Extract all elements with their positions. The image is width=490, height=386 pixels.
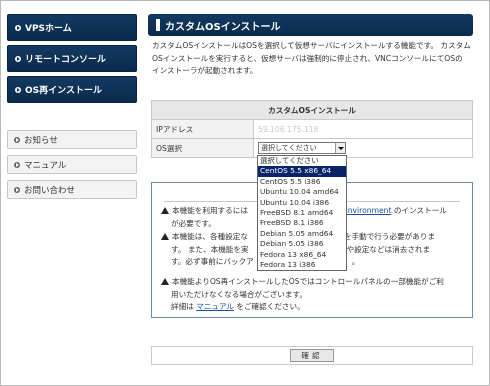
nav-label: お問い合わせ	[24, 185, 76, 196]
arrow-circle-icon	[15, 24, 21, 31]
notice-text: が必要です。	[171, 218, 216, 228]
notice-text: を手動で行う必要がありま	[343, 232, 436, 241]
header-bar-icon	[156, 19, 160, 31]
secondary-nav: お知らせ マニュアル お問い合わせ	[7, 130, 137, 199]
nav-label: マニュアル	[24, 160, 67, 171]
warning-icon	[161, 207, 169, 214]
nav-label: お知らせ	[24, 135, 58, 146]
nav-os-reinstall[interactable]: OS再インストール	[7, 76, 137, 103]
os-option[interactable]: FreeBSD 8.1 i386	[258, 218, 346, 228]
os-select-value: 選択してください	[261, 144, 317, 152]
os-option[interactable]: FreeBSD 8.1 amd64	[258, 208, 346, 218]
notice-text: 詳細は	[171, 302, 197, 312]
os-option[interactable]: Fedora 13 x86_64	[258, 250, 346, 260]
nav-news[interactable]: お知らせ	[7, 130, 137, 149]
nav-remote-console[interactable]: リモートコンソール	[7, 45, 137, 72]
notice-item: 本機能よりOS再インストールしたOSではコントロールパネルの一部機能がご利 用い…	[161, 276, 467, 314]
arrow-circle-icon	[14, 186, 20, 193]
notice-text: をご確認ください。	[233, 302, 305, 312]
arrow-circle-icon	[15, 86, 21, 93]
chevron-down-icon[interactable]	[335, 143, 345, 153]
ip-value: 59.106.175.118	[258, 124, 319, 134]
notice-text: す。必ず事前にバックア	[171, 257, 254, 267]
description-line: OSインストールを実行すると、仮想サーバは強制的に停止され、VNCコンソールにて…	[152, 53, 463, 63]
nav-label: VPSホーム	[25, 24, 72, 34]
confirm-bar: 確認	[151, 346, 473, 365]
description-line: カスタムOSインストールはOSを選択して仮想サーバにインストールする機能です。 …	[152, 41, 471, 50]
notice-text: 本機能を利用するには	[172, 206, 248, 215]
os-option[interactable]: Ubuntu 10.04 amd64	[258, 187, 346, 197]
page-header: カスタムOSインストール	[148, 14, 473, 36]
os-select[interactable]: 選択してください	[258, 142, 346, 154]
os-option[interactable]: Fedora 13 i386	[258, 260, 346, 270]
ip-label: IPアドレス	[151, 119, 254, 139]
description: カスタムOSインストールはOSを選択して仮想サーバにインストールする機能です。 …	[152, 40, 472, 78]
os-option[interactable]: 選択してください	[258, 156, 346, 166]
arrow-circle-icon	[14, 161, 20, 168]
warning-icon	[161, 233, 169, 240]
sidebar: VPSホーム リモートコンソール OS再インストール お知らせ マニュアル お問…	[7, 14, 137, 205]
os-option[interactable]: Debian 5.05 amd64	[258, 229, 346, 239]
nav-manual[interactable]: マニュアル	[7, 155, 137, 174]
notice-text: や設定などは消去されま	[346, 244, 431, 254]
os-option[interactable]: Debian 5.05 i386	[258, 239, 346, 249]
nav-label: OS再インストール	[25, 86, 102, 96]
notice-text: 。	[351, 257, 360, 267]
page-title: カスタムOSインストール	[165, 21, 281, 33]
form-section-title: カスタムOSインストール	[151, 100, 473, 120]
install-form: カスタムOSインストール IPアドレス 59.106.175.118 OS選択 …	[151, 100, 473, 158]
environment-link[interactable]: Environment	[343, 206, 392, 215]
notice-text: 本機能は、各種設定な	[172, 232, 248, 241]
os-option[interactable]: CentOS 5.5 i386	[258, 177, 346, 187]
nav-vps-home[interactable]: VPSホーム	[7, 14, 137, 41]
os-option[interactable]: Ubuntu 10.04 i386	[258, 198, 346, 208]
warning-icon	[161, 278, 169, 285]
notice-text: のインストール	[391, 206, 447, 215]
arrow-circle-icon	[15, 55, 21, 62]
manual-link[interactable]: マニュアル	[196, 302, 234, 311]
notice-text: 用いただけなくなる場合がございます。	[171, 289, 307, 299]
notice-text: す。 また、本機能を実	[171, 244, 249, 254]
notice-text: 本機能よりOS再インストールしたOSではコントロールパネルの一部機能がご利	[172, 277, 444, 286]
description-line: インストーラが起動されます。	[152, 66, 258, 75]
os-label: OS選択	[151, 138, 254, 158]
confirm-button[interactable]: 確認	[290, 349, 334, 362]
os-option[interactable]: CentOS 5.5 x86_64	[258, 166, 346, 177]
nav-label: リモートコンソール	[25, 55, 107, 65]
nav-contact[interactable]: お問い合わせ	[7, 180, 137, 199]
os-dropdown-list[interactable]: 選択してください CentOS 5.5 x86_64 CentOS 5.5 i386…	[257, 155, 347, 272]
arrow-circle-icon	[14, 136, 20, 143]
